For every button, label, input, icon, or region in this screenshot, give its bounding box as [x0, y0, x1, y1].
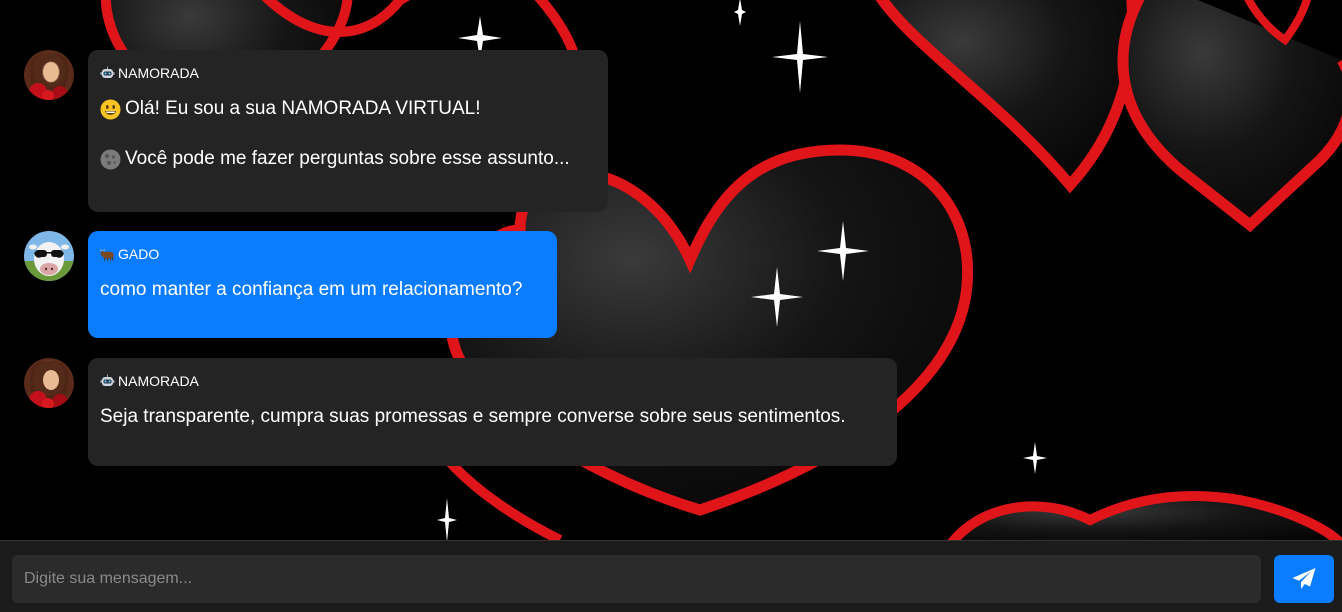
message-line: como manter a confiança em um relacionam…	[100, 278, 545, 302]
message-list: NAMORADA Olá! Eu sou a sua NAMORADA VIRT…	[0, 0, 1342, 540]
sender-name: NAMORADA	[118, 65, 199, 81]
message-line: Seja transparente, cumpra suas promessas…	[100, 405, 885, 429]
avatar	[24, 358, 74, 408]
message-sender: NAMORADA	[100, 373, 885, 389]
message-bubble: NAMORADA Seja transparente, cumpra suas …	[88, 358, 897, 466]
cow-avatar-image	[24, 231, 74, 281]
avatar	[24, 50, 74, 100]
avatar	[24, 231, 74, 281]
sender-name: GADO	[118, 246, 160, 262]
ox-icon	[100, 249, 114, 261]
sender-name: NAMORADA	[118, 373, 199, 389]
robot-icon	[100, 66, 115, 78]
chat-message: NAMORADA Olá! Eu sou a sua NAMORADA VIRT…	[24, 50, 608, 212]
message-composer	[0, 540, 1342, 612]
chat-app: NAMORADA Olá! Eu sou a sua NAMORADA VIRT…	[0, 0, 1342, 612]
message-line: Olá! Eu sou a sua NAMORADA VIRTUAL!	[100, 97, 596, 121]
girlfriend-avatar-image	[24, 50, 74, 100]
message-bubble: GADO como manter a confiança em um relac…	[88, 231, 557, 338]
message-input[interactable]	[12, 555, 1261, 603]
send-button[interactable]	[1274, 555, 1334, 603]
chat-message: GADO como manter a confiança em um relac…	[24, 231, 557, 338]
message-text: como manter a confiança em um relacionam…	[100, 279, 523, 300]
message-text: Olá! Eu sou a sua NAMORADA VIRTUAL!	[125, 98, 481, 119]
message-sender: GADO	[100, 246, 545, 262]
message-sender: NAMORADA	[100, 65, 596, 81]
chat-message: NAMORADA Seja transparente, cumpra suas …	[24, 358, 897, 466]
message-text: Você pode me fazer perguntas sobre esse …	[125, 148, 570, 169]
girlfriend-avatar-image	[24, 358, 74, 408]
moon-icon	[100, 149, 121, 169]
message-bubble: NAMORADA Olá! Eu sou a sua NAMORADA VIRT…	[88, 50, 608, 212]
message-text: Seja transparente, cumpra suas promessas…	[100, 406, 846, 427]
grinning-face-icon	[100, 99, 121, 119]
message-line: Você pode me fazer perguntas sobre esse …	[100, 147, 596, 171]
paper-plane-icon	[1292, 568, 1316, 589]
robot-icon	[100, 374, 115, 386]
